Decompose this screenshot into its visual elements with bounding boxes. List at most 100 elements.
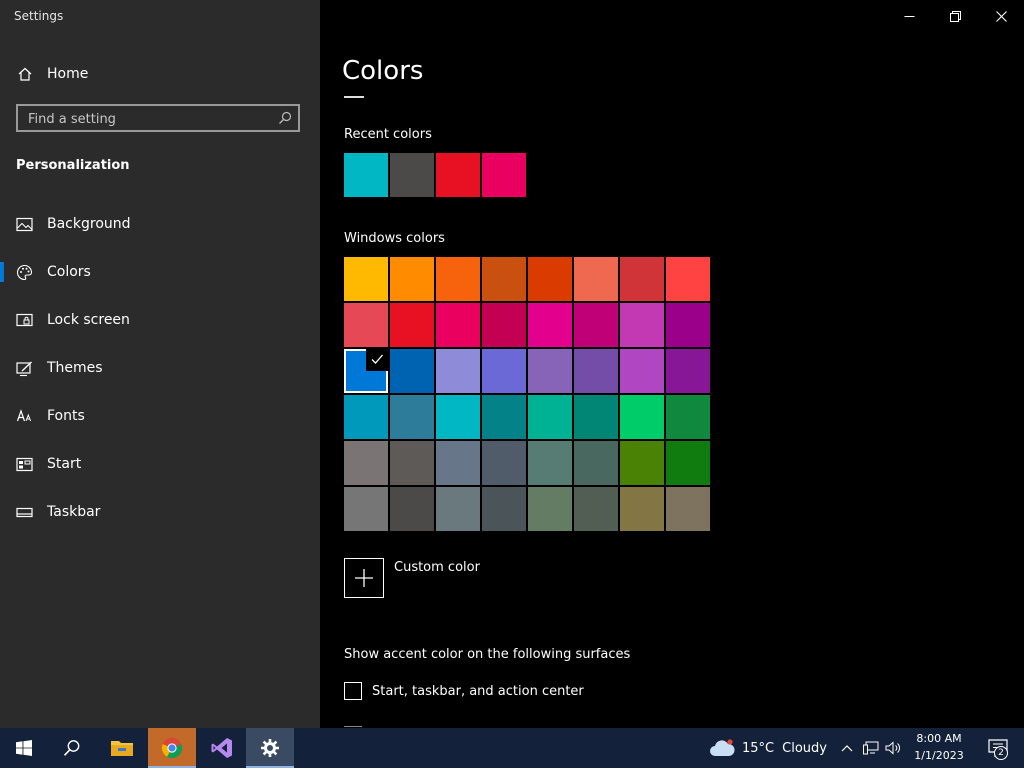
windows-color-swatch[interactable] (482, 303, 526, 347)
windows-color-swatch[interactable] (436, 257, 480, 301)
volume-button[interactable] (884, 739, 902, 757)
recent-color-swatch[interactable] (344, 153, 388, 197)
windows-color-swatch[interactable] (436, 487, 480, 531)
taskbar-clock[interactable]: 8:00 AM 1/1/2023 (908, 730, 970, 766)
windows-color-swatch[interactable] (666, 487, 710, 531)
windows-color-swatch[interactable] (390, 487, 434, 531)
clock-date: 1/1/2023 (914, 749, 964, 762)
sidebar-item-fonts[interactable]: Fonts (0, 392, 320, 440)
windows-color-swatch[interactable] (482, 395, 526, 439)
sidebar-item-themes[interactable]: Themes (0, 344, 320, 392)
window-controls (886, 0, 1024, 32)
windows-color-swatch[interactable] (482, 349, 526, 393)
windows-color-swatch[interactable] (620, 303, 664, 347)
windows-color-swatch[interactable] (390, 349, 434, 393)
windows-color-swatch[interactable] (666, 257, 710, 301)
sidebar-item-lock-screen[interactable]: Lock screen (0, 296, 320, 344)
windows-color-swatch[interactable] (436, 441, 480, 485)
windows-color-swatch[interactable] (666, 303, 710, 347)
sidebar-item-taskbar[interactable]: Taskbar (0, 488, 320, 536)
search-icon (63, 739, 81, 757)
windows-color-swatch[interactable] (574, 257, 618, 301)
windows-colors-label: Windows colors (344, 231, 445, 246)
show-hidden-icons-button[interactable] (838, 739, 856, 757)
windows-color-swatch[interactable] (528, 395, 572, 439)
windows-color-swatch[interactable] (620, 487, 664, 531)
restore-button[interactable] (932, 0, 978, 32)
minimize-button[interactable] (886, 0, 932, 32)
windows-color-swatch[interactable] (528, 303, 572, 347)
surfaces-option-start-taskbar[interactable]: Start, taskbar, and action center (344, 682, 584, 700)
windows-color-swatch[interactable] (344, 303, 388, 347)
windows-color-swatch[interactable] (482, 257, 526, 301)
taskbar-settings[interactable] (246, 728, 294, 768)
recent-color-swatch[interactable] (436, 153, 480, 197)
taskbar-file-explorer[interactable] (98, 728, 146, 768)
recent-color-swatch[interactable] (390, 153, 434, 197)
windows-color-swatch[interactable] (528, 441, 572, 485)
windows-color-swatch[interactable] (344, 487, 388, 531)
close-button[interactable] (978, 0, 1024, 32)
windows-color-swatch[interactable] (436, 395, 480, 439)
windows-color-swatch[interactable] (574, 395, 618, 439)
search-box[interactable] (16, 104, 300, 132)
sidebar-item-start[interactable]: Start (0, 440, 320, 488)
notification-count-badge: 2 (994, 746, 1008, 760)
network-button[interactable] (862, 739, 880, 757)
chevron-up-icon (841, 744, 853, 752)
content-pane: Colors Recent colors Windows colors Cust… (320, 0, 1024, 728)
windows-color-swatch[interactable] (620, 395, 664, 439)
action-center-button[interactable]: 2 (978, 728, 1018, 768)
windows-color-swatch[interactable] (390, 303, 434, 347)
taskbar-search-button[interactable] (48, 728, 96, 768)
recent-colors-label: Recent colors (344, 127, 432, 142)
chrome-icon (161, 737, 183, 759)
weather-widget[interactable]: 15°C Cloudy (708, 728, 827, 768)
sidebar-item-label: Lock screen (47, 312, 130, 328)
windows-color-swatch[interactable] (574, 487, 618, 531)
windows-color-swatch[interactable] (436, 349, 480, 393)
search-input[interactable] (26, 106, 270, 132)
app-title: Settings (14, 9, 64, 23)
windows-color-swatch[interactable] (574, 441, 618, 485)
windows-color-swatch[interactable] (344, 257, 388, 301)
sidebar-item-background[interactable]: Background (0, 200, 320, 248)
weather-temperature: 15°C (742, 740, 775, 756)
close-icon (995, 10, 1007, 22)
windows-color-swatch[interactable] (482, 487, 526, 531)
windows-color-swatch[interactable] (482, 441, 526, 485)
windows-color-swatch[interactable] (666, 349, 710, 393)
windows-color-swatch[interactable] (666, 395, 710, 439)
section-label: Personalization (16, 158, 130, 173)
windows-color-swatch-selected[interactable] (344, 349, 388, 393)
windows-color-swatch[interactable] (344, 441, 388, 485)
windows-color-swatch[interactable] (574, 349, 618, 393)
clock-time: 8:00 AM (916, 732, 962, 745)
taskbar-visual-studio[interactable] (198, 728, 246, 768)
windows-colors-grid (344, 257, 710, 531)
windows-color-swatch[interactable] (574, 303, 618, 347)
checkbox[interactable] (344, 682, 362, 700)
home-nav-item[interactable]: Home (0, 56, 320, 92)
sidebar-item-label: Colors (47, 264, 91, 280)
windows-color-swatch[interactable] (620, 349, 664, 393)
windows-color-swatch[interactable] (528, 257, 572, 301)
lock-screen-icon (16, 312, 33, 329)
windows-color-swatch[interactable] (666, 441, 710, 485)
windows-color-swatch[interactable] (528, 487, 572, 531)
windows-color-swatch[interactable] (528, 349, 572, 393)
windows-color-swatch[interactable] (620, 257, 664, 301)
windows-color-swatch[interactable] (436, 303, 480, 347)
start-button[interactable] (0, 728, 48, 768)
windows-color-swatch[interactable] (390, 441, 434, 485)
windows-color-swatch[interactable] (344, 395, 388, 439)
sidebar: Settings Home Personalization Background (0, 0, 320, 728)
search-icon[interactable] (278, 111, 292, 125)
taskbar-chrome[interactable] (148, 728, 196, 768)
windows-color-swatch[interactable] (390, 257, 434, 301)
windows-color-swatch[interactable] (390, 395, 434, 439)
sidebar-item-colors[interactable]: Colors (0, 248, 320, 296)
custom-color-button[interactable] (344, 558, 384, 598)
recent-color-swatch[interactable] (482, 153, 526, 197)
windows-color-swatch[interactable] (620, 441, 664, 485)
